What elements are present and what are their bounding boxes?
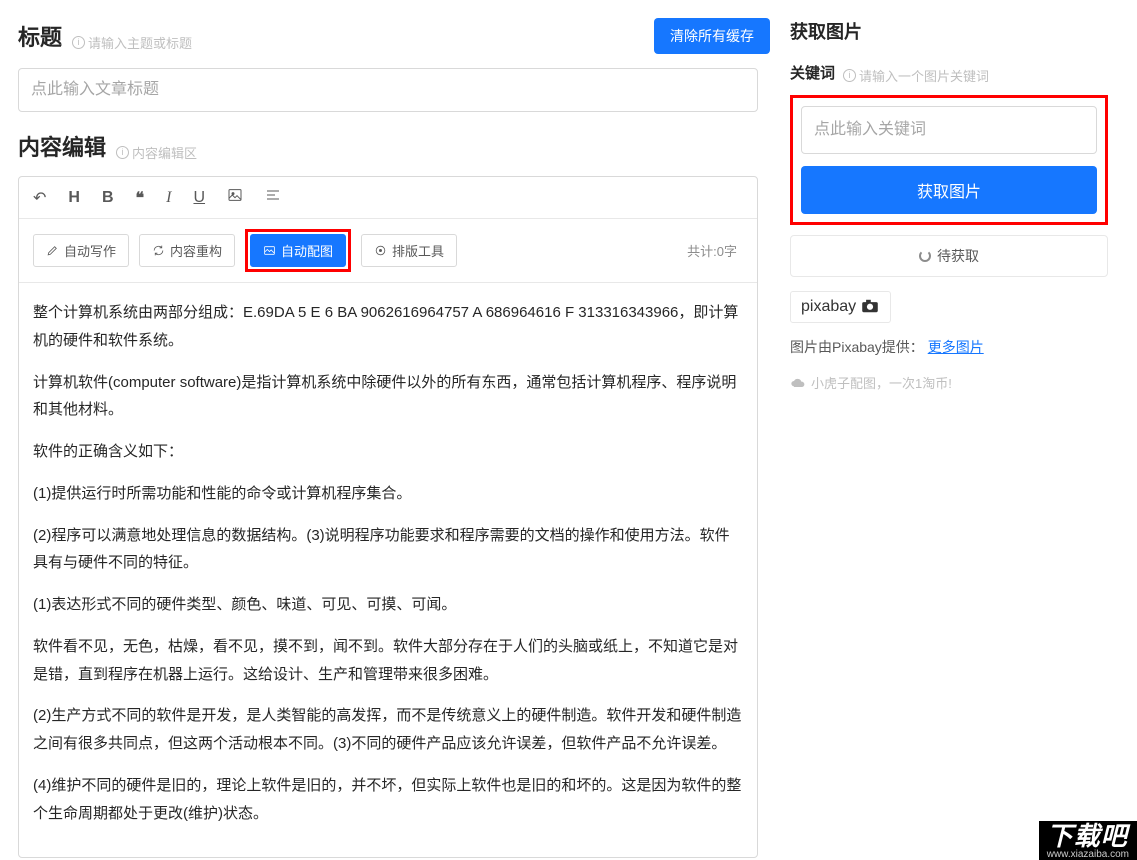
undo-icon[interactable]: ↶: [33, 188, 46, 208]
format-toolbar: ↶ H B ❝ I U: [19, 177, 757, 219]
content-hint: i 内容编辑区: [116, 143, 197, 162]
paragraph: (4)维护不同的硬件是旧的，理论上软件是旧的，并不坏，但实际上软件也是旧的和坏的…: [33, 772, 743, 828]
paragraph: 整个计算机系统由两部分组成：E.69DA 5 E 6 BA 9062616964…: [33, 299, 743, 355]
title-section-label: 标题: [18, 20, 62, 52]
right-panel: 获取图片 关键词 i 请输入一个图片关键词 获取图片 待获取 pixabay 图…: [770, 0, 1120, 860]
credit-line: 小虎子配图，一次1淘币!: [790, 373, 1108, 392]
auto-image-highlight: 自动配图: [245, 229, 351, 272]
editor-box: ↶ H B ❝ I U 自动写作 内: [18, 176, 758, 858]
keyword-header: 关键词 i 请输入一个图片关键词: [790, 62, 1108, 85]
paragraph: 软件看不见，无色，枯燥，看不见，摸不到，闻不到。软件大部分存在于人们的头脑或纸上…: [33, 633, 743, 689]
bold-icon[interactable]: B: [102, 189, 114, 207]
heading-icon[interactable]: H: [68, 189, 80, 207]
loading-icon: [919, 250, 931, 262]
quote-icon[interactable]: ❝: [136, 188, 145, 208]
title-hint: i 请输入主题或标题: [72, 33, 192, 52]
article-title-input[interactable]: [18, 68, 758, 112]
pixabay-badge: pixabay: [790, 291, 891, 323]
restructure-button[interactable]: 内容重构: [139, 234, 235, 267]
keyword-label: 关键词: [790, 62, 835, 83]
cloud-icon: [790, 377, 806, 389]
paragraph: (2)程序可以满意地处理信息的数据结构。(3)说明程序功能要求和程序需要的文档的…: [33, 522, 743, 578]
paragraph: (2)生产方式不同的软件是开发，是人类智能的高发挥，而不是传统意义上的硬件制造。…: [33, 702, 743, 758]
fetch-status: 待获取: [790, 235, 1108, 277]
auto-write-button[interactable]: 自动写作: [33, 234, 129, 267]
image-icon[interactable]: [227, 187, 243, 208]
left-panel: 标题 i 请输入主题或标题 清除所有缓存 内容编辑 i 内容编辑区 ↶ H B …: [0, 0, 770, 860]
paragraph: (1)表达形式不同的硬件类型、颜色、味道、可见、可摸、可闻。: [33, 591, 743, 619]
more-images-link[interactable]: 更多图片: [928, 339, 984, 355]
watermark: 下载吧 www.xiazaiba.com: [1039, 821, 1137, 860]
info-icon: i: [843, 69, 856, 82]
editor-content[interactable]: 整个计算机系统由两部分组成：E.69DA 5 E 6 BA 9062616964…: [19, 283, 757, 857]
action-toolbar: 自动写作 内容重构 自动配图 排版工具 共计:0字: [19, 219, 757, 283]
content-section-label: 内容编辑: [18, 130, 106, 162]
italic-icon[interactable]: I: [166, 189, 171, 207]
clear-cache-button[interactable]: 清除所有缓存: [654, 18, 770, 54]
title-header: 标题 i 请输入主题或标题 清除所有缓存: [18, 18, 770, 54]
word-count: 共计:0字: [687, 241, 743, 260]
info-icon: i: [72, 36, 85, 49]
get-image-button[interactable]: 获取图片: [801, 166, 1097, 214]
camera-icon: [860, 299, 880, 316]
keyword-input[interactable]: [801, 106, 1097, 154]
paragraph: 软件的正确含义如下：: [33, 438, 743, 466]
layout-tool-button[interactable]: 排版工具: [361, 234, 457, 267]
align-icon[interactable]: [265, 187, 281, 208]
paragraph: 计算机软件(computer software)是指计算机系统中除硬件以外的所有…: [33, 369, 743, 425]
keyword-highlight-box: 获取图片: [790, 95, 1108, 225]
keyword-hint: i 请输入一个图片关键词: [843, 66, 989, 85]
underline-icon[interactable]: U: [193, 189, 205, 207]
info-icon: i: [116, 146, 129, 159]
auto-image-button[interactable]: 自动配图: [250, 234, 346, 267]
paragraph: (1)提供运行时所需功能和性能的命令或计算机程序集合。: [33, 480, 743, 508]
right-panel-title: 获取图片: [790, 18, 1108, 44]
provider-line: 图片由Pixabay提供： 更多图片: [790, 337, 1108, 357]
